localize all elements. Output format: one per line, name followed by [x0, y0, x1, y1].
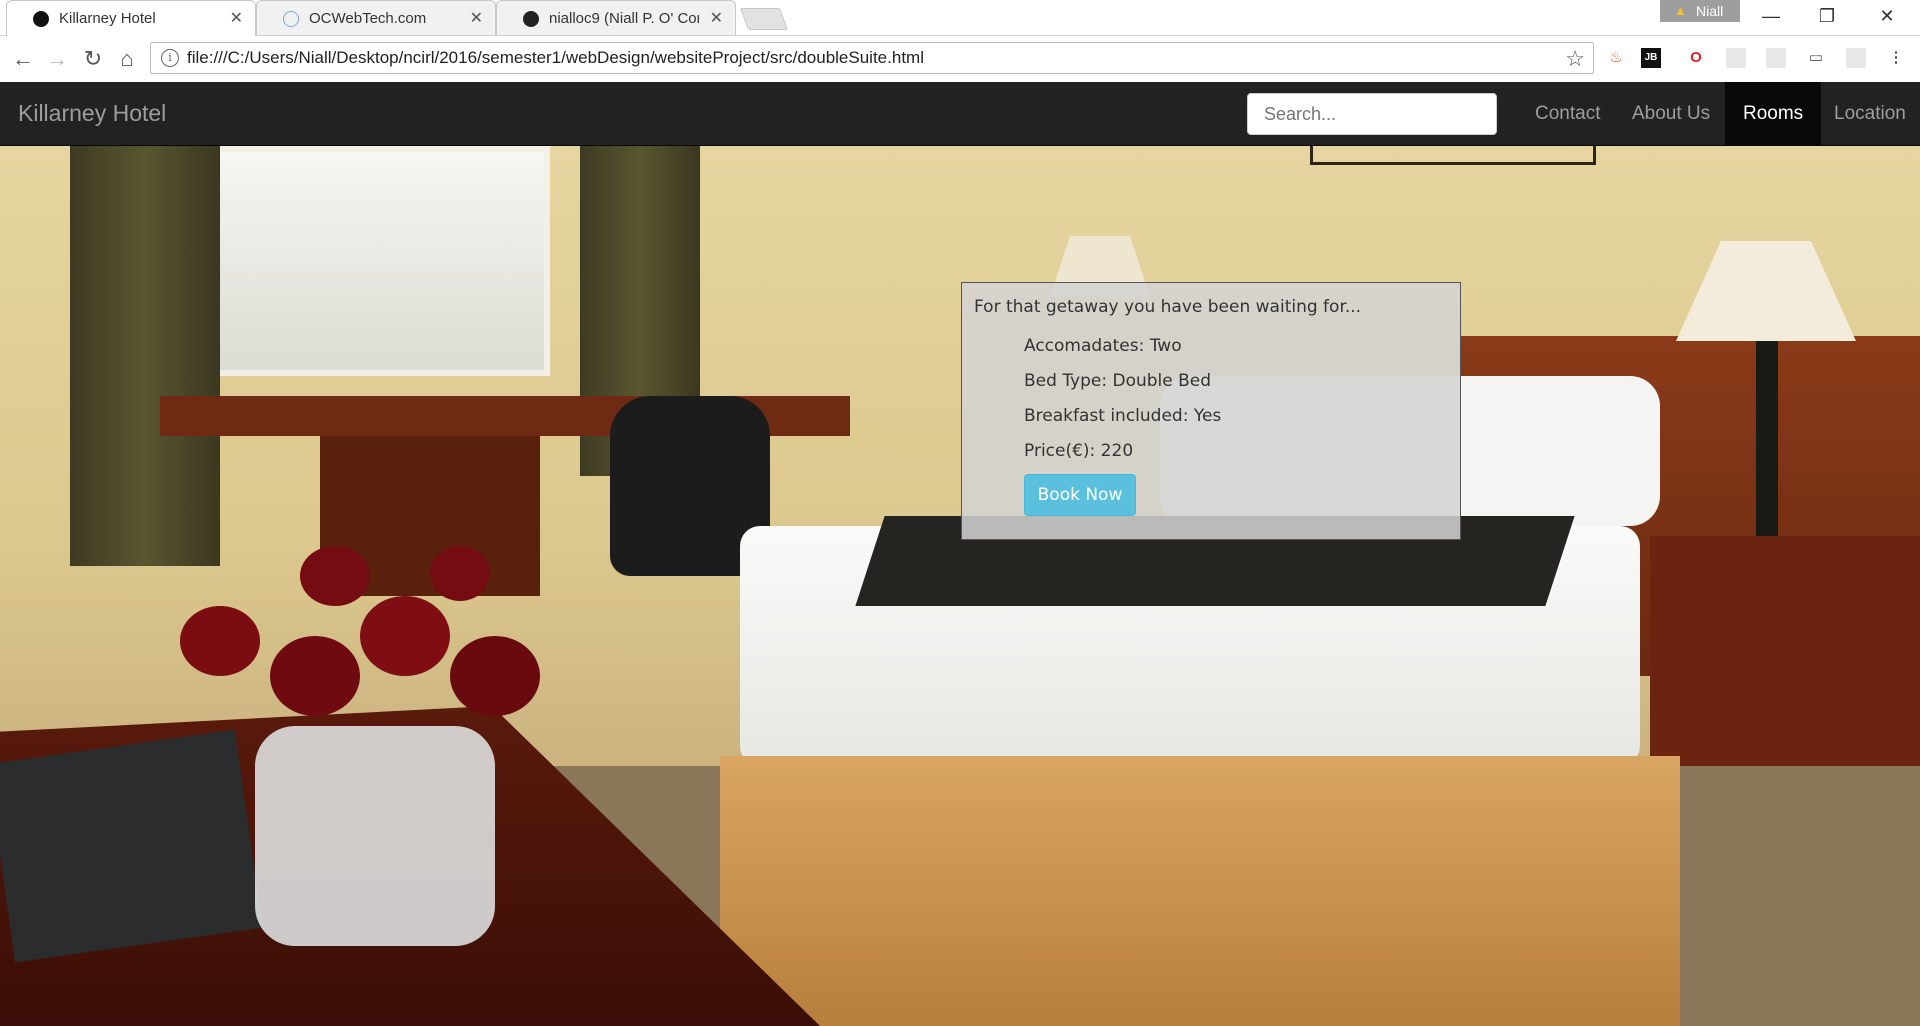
home-icon[interactable]: ⌂ — [114, 46, 140, 72]
browser-tab-strip: Killarney Hotel ✕ OCWebTech.com ✕ niallo… — [0, 0, 1920, 36]
nav-contact[interactable]: Contact — [1517, 82, 1618, 145]
close-window-icon[interactable]: ✕ — [1872, 6, 1902, 27]
room-bed-type: Bed Type: Double Bed — [1024, 371, 1212, 391]
search-input[interactable] — [1247, 93, 1497, 135]
browser-toolbar: ← → ↻ ⌂ i file:///C:/Users/Niall/Desktop… — [0, 36, 1920, 83]
menu-icon[interactable]: ⋮ — [1886, 48, 1906, 68]
nightstand — [1650, 536, 1920, 796]
room-price: Price(€): 220 — [1024, 441, 1134, 461]
book-now-button[interactable]: Book Now — [1024, 474, 1136, 516]
folder — [0, 729, 263, 963]
close-tab-icon[interactable]: ✕ — [710, 8, 723, 28]
bed-skirt-front — [720, 756, 1680, 1026]
close-tab-icon[interactable]: ✕ — [230, 8, 243, 28]
nav-location[interactable]: Location — [1816, 82, 1920, 145]
extension-icon[interactable] — [1846, 48, 1866, 68]
url-text: file:///C:/Users/Niall/Desktop/ncirl/201… — [187, 48, 924, 67]
info-icon[interactable]: i — [161, 49, 179, 67]
cast-icon[interactable]: ▭ — [1806, 48, 1826, 68]
flame-extension-icon[interactable]: ♨ — [1606, 48, 1626, 68]
close-tab-icon[interactable]: ✕ — [470, 8, 483, 28]
room-accommodates: Accomadates: Two — [1024, 336, 1182, 356]
minimize-icon[interactable]: — — [1756, 6, 1786, 27]
profile-name: Niall — [1696, 3, 1724, 19]
window — [190, 146, 550, 376]
opera-extension-icon[interactable]: O — [1686, 48, 1706, 68]
tab-killarney-hotel[interactable]: Killarney Hotel ✕ — [6, 0, 256, 36]
jetbrains-extension-icon[interactable]: JB — [1641, 48, 1661, 68]
github-icon — [523, 11, 539, 27]
left-curtain — [70, 146, 220, 566]
tab-title: nialloc9 (Niall P. O' Conn — [549, 10, 699, 27]
nav-about-us[interactable]: About Us — [1614, 82, 1728, 145]
new-tab-button[interactable] — [739, 8, 789, 30]
killarney-favicon-icon — [33, 11, 49, 27]
forward-arrow-icon[interactable]: → — [44, 46, 70, 72]
site-brand[interactable]: Killarney Hotel — [18, 100, 166, 127]
right-lamp-shade — [1676, 241, 1856, 341]
extension-icon[interactable] — [1766, 48, 1786, 68]
tab-title: Killarney Hotel — [59, 10, 156, 27]
tab-ocwebtech[interactable]: OCWebTech.com ✕ — [256, 0, 496, 35]
reload-icon[interactable]: ↻ — [80, 46, 106, 72]
address-bar[interactable]: i file:///C:/Users/Niall/Desktop/ncirl/2… — [150, 42, 1594, 74]
nav-rooms[interactable]: Rooms — [1725, 82, 1822, 145]
room-info-panel: For that getaway you have been waiting f… — [961, 282, 1461, 540]
warning-icon: ▲ — [1674, 3, 1687, 18]
extension-icon[interactable] — [1726, 48, 1746, 68]
site-navbar: Killarney Hotel Contact About Us Rooms L… — [0, 82, 1920, 146]
tab-title: OCWebTech.com — [309, 10, 427, 27]
picture-frame — [1310, 146, 1596, 165]
back-arrow-icon[interactable]: ← — [10, 46, 36, 72]
glass-vase — [255, 726, 495, 946]
location-pin-icon — [283, 11, 299, 27]
profile-button[interactable]: ▲ Niall — [1660, 0, 1740, 22]
bookmark-star-icon[interactable]: ☆ — [1565, 46, 1585, 72]
hotel-room-background-image — [0, 146, 1920, 1026]
tab-github[interactable]: nialloc9 (Niall P. O' Conn ✕ — [496, 0, 736, 35]
room-breakfast: Breakfast included: Yes — [1024, 406, 1222, 426]
roses — [180, 546, 580, 746]
room-tagline: For that getaway you have been waiting f… — [974, 297, 1362, 317]
restore-icon[interactable]: ❐ — [1812, 6, 1842, 27]
